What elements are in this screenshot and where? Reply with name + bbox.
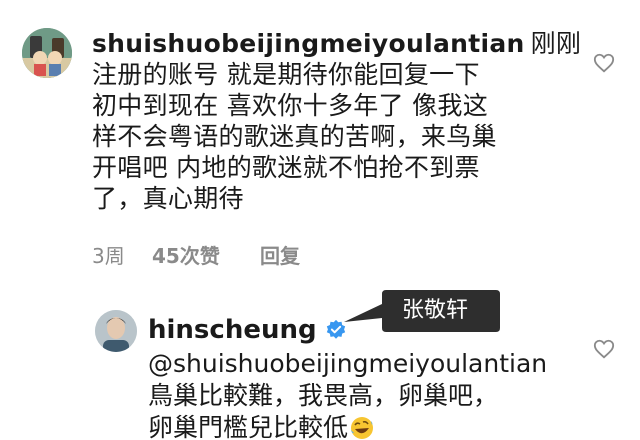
rofl-emoji-icon: [351, 417, 374, 439]
verified-badge-icon: [326, 319, 345, 339]
avatar[interactable]: [22, 28, 72, 78]
comment-username[interactable]: shuishuobeijingmeiyoulantian: [92, 29, 525, 58]
comment-time: 3周: [92, 244, 125, 268]
heart-outline-icon[interactable]: [593, 338, 615, 360]
reply-username[interactable]: hinscheung: [148, 314, 317, 346]
comment-line: 初中到现在 喜欢你十多年了 像我这: [92, 91, 488, 120]
comment-likes[interactable]: 45次赞: [152, 240, 260, 269]
comment-line: 注册的账号 就是期待你能回复一下: [92, 60, 480, 89]
reply-line: 卵巢門檻兒比較低: [148, 413, 349, 440]
comment-text: shuishuobeijingmeiyoulantian 刚刚 注册的账号 就是期…: [92, 28, 592, 214]
comment-line: 刚刚: [530, 29, 582, 58]
reply-line: 鳥巢比較難，我畏高，卵巢吧，: [148, 381, 499, 410]
avatar-photo-icon: [95, 310, 137, 352]
heart-outline-icon[interactable]: [593, 52, 615, 74]
comment-line: 开唱吧 内地的歌迷就不怕抢不到票: [92, 153, 480, 182]
comment-line: 样不会粤语的歌迷真的苦啊，来鸟巢: [92, 122, 497, 151]
reply-text: @shuishuobeijingmeiyoulantian 鳥巢比較難，我畏高，…: [148, 348, 588, 440]
reply-header: hinscheung: [148, 314, 588, 346]
avatar[interactable]: [95, 310, 137, 352]
reply-item: hinscheung @shuishuobeijingmeiyoulantian…: [148, 314, 588, 440]
comment-item: shuishuobeijingmeiyoulantian 刚刚 注册的账号 就是期…: [0, 0, 640, 290]
comment-meta: 3周 45次赞 回复: [92, 240, 320, 269]
reply-mention[interactable]: @shuishuobeijingmeiyoulantian: [148, 349, 547, 378]
reply-button[interactable]: 回复: [260, 240, 320, 269]
avatar-cartoon-icon: [22, 28, 72, 78]
comment-line: 了，真心期待: [92, 184, 244, 213]
